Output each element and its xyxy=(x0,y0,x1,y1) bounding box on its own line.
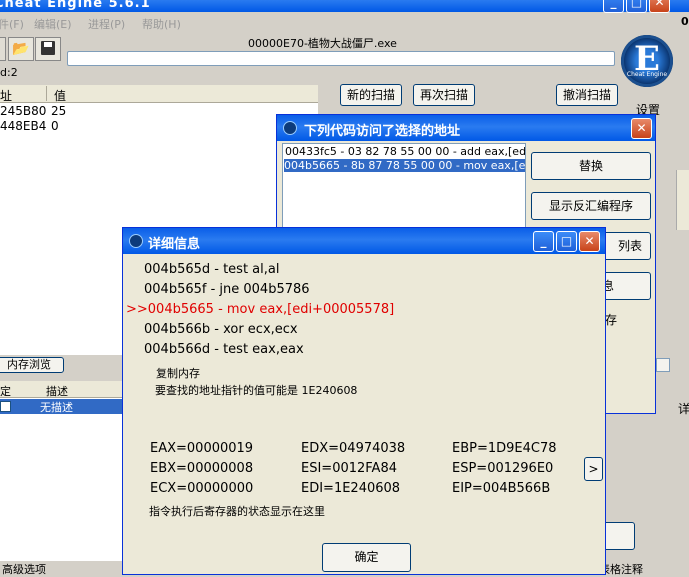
found-count: d:2 xyxy=(0,66,18,79)
ce-small-icon xyxy=(129,234,143,248)
list-item[interactable]: 00433fc5 - 03 82 78 55 00 00 - add eax,[… xyxy=(285,145,525,158)
maximize-button[interactable]: □ xyxy=(626,0,647,13)
cheat-engine-logo[interactable]: E Cheat Engine xyxy=(621,35,673,87)
register-eip: EIP=004B566B xyxy=(452,481,551,496)
detail-title: 详细信息 xyxy=(148,237,201,252)
col-address[interactable]: 址 xyxy=(0,87,12,104)
detail-close-button[interactable]: ✕ xyxy=(579,231,600,252)
row-value: 25 xyxy=(51,104,67,118)
open-file-button[interactable]: 📂 xyxy=(8,37,34,61)
row-address: 245B80 xyxy=(0,104,47,118)
next-scan-button[interactable]: 再次扫描 xyxy=(413,84,475,106)
progress-bar xyxy=(67,51,615,66)
registers: EAX=00000019 EDX=04974038 EBP=1D9E4C78 E… xyxy=(123,438,593,508)
list-item-description: 无描述 xyxy=(40,401,73,414)
list-item[interactable]: 004b5665 - 8b 87 78 55 00 00 - mov eax,[… xyxy=(284,159,525,172)
row-address: 448EB4 xyxy=(0,119,47,133)
table-row[interactable]: 448EB4 0 xyxy=(0,119,318,133)
register-note: 指令执行后寄存器的状态显示在这里 xyxy=(149,505,325,518)
main-title: Cheat Engine 5.6.1 xyxy=(0,0,151,11)
minimize-button[interactable]: _ xyxy=(603,0,624,13)
code-line: 004b566b - xor ecx,ecx xyxy=(144,322,298,337)
code-line: 004b565d - test al,al xyxy=(144,262,280,277)
menu-bar: 件(F) 编辑(E) 进程(P) 帮助(H) xyxy=(0,14,689,32)
code-line-current: >>004b5665 - mov eax,[edi+00005578] xyxy=(126,302,395,317)
expand-registers-button[interactable]: > xyxy=(584,457,603,481)
code-access-title-bar: 下列代码访问了选择的地址 ✕ xyxy=(277,115,655,141)
register-ecx: ECX=00000000 xyxy=(150,481,254,496)
right-digit: 0 xyxy=(681,15,689,28)
col-frozen[interactable]: 定 xyxy=(0,383,11,399)
code-access-title: 下列代码访问了选择的地址 xyxy=(304,124,461,139)
detail-maximize-button[interactable]: □ xyxy=(556,231,577,252)
menu-file[interactable]: 件(F) xyxy=(0,16,24,32)
register-edx: EDX=04974038 xyxy=(301,441,406,456)
save-file-button[interactable] xyxy=(35,37,61,61)
address-list-header: 定 描述 xyxy=(0,381,128,398)
replace-button[interactable]: 替换 xyxy=(531,152,651,180)
results-header: 址 值 xyxy=(0,85,318,103)
close-button[interactable]: ✕ xyxy=(649,0,670,13)
menu-process[interactable]: 进程(P) xyxy=(88,16,125,32)
memory-browse-button[interactable]: 内存浏览 xyxy=(0,357,64,373)
right-detail-fragment: 详 xyxy=(678,402,689,416)
register-esp: ESP=001296E0 xyxy=(452,461,554,476)
list-item[interactable]: 无描述 xyxy=(0,399,128,414)
menu-help[interactable]: 帮助(H) xyxy=(142,16,181,32)
address-list[interactable]: 定 描述 无描述 xyxy=(0,381,128,561)
main-title-bar: Cheat Engine 5.6.1 _ □ ✕ xyxy=(0,0,689,13)
register-ebp: EBP=1D9E4C78 xyxy=(452,441,557,456)
table-row[interactable]: 245B80 25 xyxy=(0,104,318,118)
ce-small-icon xyxy=(283,121,297,135)
disassembly-lines: 004b565d - test al,al 004b565f - jne 004… xyxy=(123,258,593,358)
right-scrollbar-stub[interactable] xyxy=(656,358,670,372)
open-process-button[interactable] xyxy=(0,37,6,61)
logo-text: Cheat Engine xyxy=(626,71,668,78)
pointer-hint: 要查找的地址指针的值可能是 1E240608 xyxy=(155,384,358,397)
menu-edit[interactable]: 编辑(E) xyxy=(34,16,72,32)
register-ebx: EBX=00000008 xyxy=(150,461,254,476)
right-button-stub[interactable] xyxy=(603,522,635,550)
save-icon-label xyxy=(44,42,52,47)
new-scan-button[interactable]: 新的扫描 xyxy=(340,84,402,106)
row-value: 0 xyxy=(51,119,59,133)
col-description[interactable]: 描述 xyxy=(46,383,68,399)
frozen-checkbox[interactable] xyxy=(0,401,11,412)
register-edi: EDI=1E240608 xyxy=(301,481,401,496)
col-value[interactable]: 值 xyxy=(54,87,66,104)
detail-window: 详细信息 _ □ ✕ 004b565d - test al,al 004b565… xyxy=(122,227,606,575)
process-name: 00000E70-植物大战僵尸.exe xyxy=(248,37,397,50)
code-line: 004b566d - test eax,eax xyxy=(144,342,304,357)
code-access-close-button[interactable]: ✕ xyxy=(631,118,652,139)
side-fragment: 存 xyxy=(605,313,618,327)
folder-icon: 📂 xyxy=(12,41,30,57)
register-eax: EAX=00000019 xyxy=(150,441,254,456)
register-esi: ESI=0012FA84 xyxy=(301,461,397,476)
header-divider xyxy=(46,86,47,101)
code-line: 004b565f - jne 004b5786 xyxy=(144,282,310,297)
ok-button[interactable]: 确定 xyxy=(322,543,411,572)
undo-scan-button[interactable]: 撤消扫描 xyxy=(556,84,618,106)
show-disassembler-button[interactable]: 显示反汇编程序 xyxy=(531,192,651,220)
detail-title-bar: 详细信息 _ □ ✕ xyxy=(123,228,605,254)
right-panel-stub xyxy=(676,170,689,230)
copy-memory-link[interactable]: 复制内存 xyxy=(156,365,200,381)
detail-minimize-button[interactable]: _ xyxy=(533,231,554,252)
